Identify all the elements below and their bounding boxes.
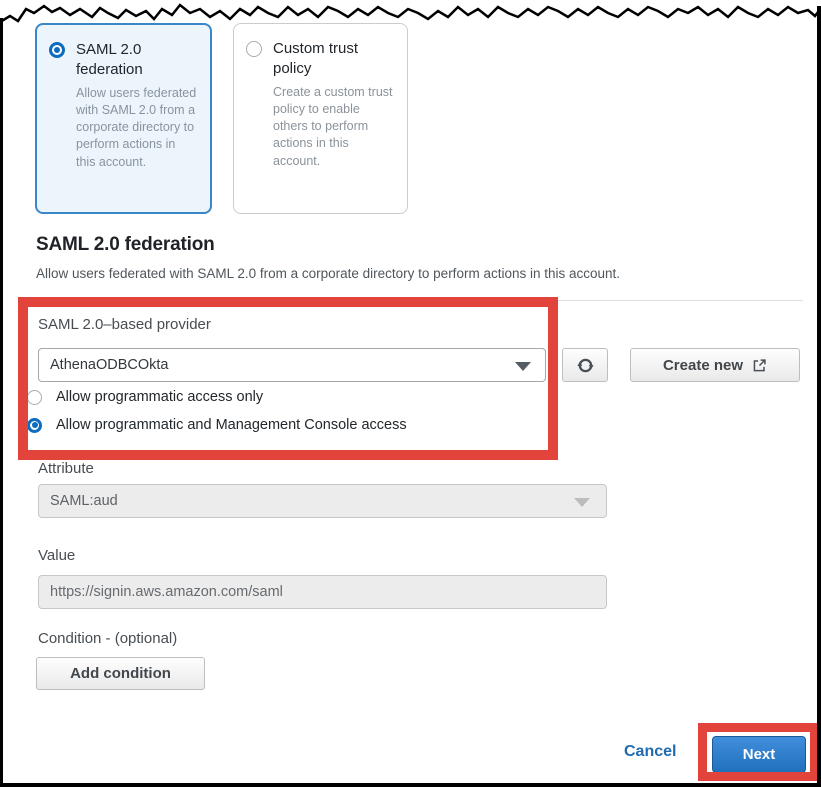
provider-label: SAML 2.0–based provider bbox=[38, 316, 211, 333]
add-condition-label: Add condition bbox=[70, 665, 171, 682]
screenshot-frame: SAML 2.0 federation Allow users federate… bbox=[0, 0, 821, 787]
attribute-label: Attribute bbox=[38, 460, 94, 477]
card-title: Custom trust policy bbox=[273, 39, 395, 79]
radio-label: Allow programmatic and Management Consol… bbox=[56, 417, 407, 433]
section-title: SAML 2.0 federation bbox=[36, 234, 215, 256]
next-button[interactable]: Next bbox=[712, 736, 806, 773]
value-input-disabled bbox=[38, 575, 607, 609]
radio-label: Allow programmatic access only bbox=[56, 389, 263, 405]
card-saml-federation[interactable]: SAML 2.0 federation Allow users federate… bbox=[35, 23, 212, 214]
add-condition-button[interactable]: Add condition bbox=[36, 657, 205, 690]
chevron-down-icon bbox=[574, 498, 590, 507]
frame-border-bottom bbox=[0, 783, 821, 787]
card-custom-trust-policy[interactable]: Custom trust policy Create a custom trus… bbox=[233, 23, 408, 214]
card-description: Create a custom trust policy to enable o… bbox=[273, 84, 395, 170]
section-divider bbox=[36, 300, 803, 301]
radio-selected-icon[interactable] bbox=[49, 42, 65, 58]
radio-programmatic-only[interactable]: Allow programmatic access only bbox=[27, 389, 263, 405]
radio-unselected-icon[interactable] bbox=[27, 390, 42, 405]
condition-label: Condition - (optional) bbox=[38, 630, 177, 647]
refresh-button[interactable] bbox=[562, 348, 608, 382]
create-new-label: Create new bbox=[663, 357, 743, 374]
chevron-down-icon bbox=[515, 362, 531, 371]
attribute-select-disabled: SAML:aud bbox=[38, 484, 607, 518]
card-title: SAML 2.0 federation bbox=[76, 40, 198, 80]
value-label: Value bbox=[38, 547, 75, 564]
radio-unselected-icon[interactable] bbox=[246, 41, 262, 57]
card-description: Allow users federated with SAML 2.0 from… bbox=[76, 85, 198, 171]
external-link-icon bbox=[752, 358, 767, 373]
provider-select-value: AthenaODBCOkta bbox=[39, 357, 168, 373]
frame-border-left bbox=[0, 18, 3, 787]
radio-programmatic-and-console[interactable]: Allow programmatic and Management Consol… bbox=[27, 417, 407, 433]
attribute-select-value: SAML:aud bbox=[39, 493, 118, 509]
next-button-label: Next bbox=[743, 746, 776, 763]
create-new-button[interactable]: Create new bbox=[630, 348, 800, 382]
frame-border-right bbox=[817, 6, 821, 787]
section-description: Allow users federated with SAML 2.0 from… bbox=[36, 266, 620, 281]
radio-selected-icon[interactable] bbox=[27, 418, 42, 433]
cancel-link[interactable]: Cancel bbox=[624, 743, 676, 761]
provider-select[interactable]: AthenaODBCOkta bbox=[38, 348, 546, 382]
refresh-icon bbox=[577, 357, 594, 374]
